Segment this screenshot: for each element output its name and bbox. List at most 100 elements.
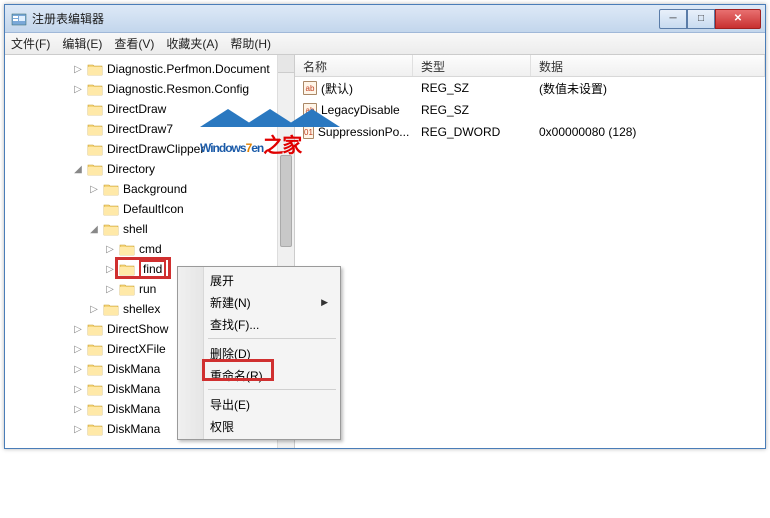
tree-label: DirectDrawClipper	[107, 142, 204, 156]
reg-binary-icon: 01	[303, 125, 314, 139]
cm-expand[interactable]: 展开	[180, 269, 338, 291]
titlebar[interactable]: 注册表编辑器 ─ □ ✕	[5, 5, 765, 33]
tree-item[interactable]: ▷Background	[5, 179, 294, 199]
expander-open-icon[interactable]: ◢	[71, 162, 85, 176]
list-row[interactable]: ab (默认) REG_SZ(数值未设置)	[295, 77, 765, 99]
tree-label: DefaultIcon	[123, 202, 184, 216]
value-name: (默认)	[321, 80, 353, 97]
tree-label: DiskMana	[107, 382, 160, 396]
value-name: SuppressionPo...	[318, 125, 409, 139]
menu-edit[interactable]: 编辑(E)	[62, 35, 102, 52]
reg-string-icon: ab	[303, 103, 317, 117]
tree-item[interactable]: DirectDrawClipper	[5, 139, 294, 159]
expander-closed-icon[interactable]	[87, 202, 101, 216]
menu-view[interactable]: 查看(V)	[114, 35, 154, 52]
list-header: 名称 类型 数据	[295, 55, 765, 77]
col-name[interactable]: 名称	[295, 55, 413, 76]
separator	[208, 338, 336, 339]
expander-closed-icon[interactable]: ▷	[87, 182, 101, 196]
tree-item[interactable]: ▷cmd	[5, 239, 294, 259]
value-name: LegacyDisable	[321, 103, 400, 117]
value-type: REG_SZ	[413, 81, 531, 95]
tree-item[interactable]: ◢shell	[5, 219, 294, 239]
cm-delete[interactable]: 删除(D)	[180, 342, 338, 364]
tree-label: DirectXFile	[107, 342, 166, 356]
folder-icon	[87, 323, 103, 336]
expander-closed-icon[interactable]: ▷	[71, 62, 85, 76]
tree-label: DirectShow	[107, 322, 168, 336]
list-row[interactable]: 01 SuppressionPo... REG_DWORD0x00000080 (1…	[295, 121, 765, 143]
tree-item[interactable]: DefaultIcon	[5, 199, 294, 219]
chevron-right-icon: ▶	[321, 297, 328, 308]
expander-closed-icon[interactable]: ▷	[103, 242, 117, 256]
tree-label: DirectDraw	[107, 102, 166, 116]
tree-item[interactable]: ▷ Diagnostic.Perfmon.Document	[5, 59, 294, 79]
folder-icon	[87, 143, 103, 156]
col-type[interactable]: 类型	[413, 55, 531, 76]
expander-closed-icon[interactable]	[71, 142, 85, 156]
tree-label: DirectDraw7	[107, 122, 173, 136]
tree-label: DiskMana	[107, 422, 160, 436]
cm-export[interactable]: 导出(E)	[180, 393, 338, 415]
close-button[interactable]: ✕	[715, 9, 761, 29]
folder-icon	[119, 283, 135, 296]
expander-closed-icon[interactable]: ▷	[71, 382, 85, 396]
tree-item[interactable]: ◢ Directory	[5, 159, 294, 179]
folder-icon	[103, 303, 119, 316]
folder-icon	[87, 403, 103, 416]
folder-icon	[87, 363, 103, 376]
tree-label: DiskMana	[107, 362, 160, 376]
folder-icon	[119, 263, 135, 276]
expander-closed-icon[interactable]: ▷	[71, 362, 85, 376]
tree-label: Diagnostic.Perfmon.Document	[107, 62, 270, 76]
list-row[interactable]: ab LegacyDisable REG_SZ	[295, 99, 765, 121]
folder-icon	[87, 103, 103, 116]
cm-find[interactable]: 查找(F)...	[180, 313, 338, 335]
expander-closed-icon[interactable]: ▷	[71, 422, 85, 436]
cm-new[interactable]: 新建(N)▶	[180, 291, 338, 313]
cm-rename[interactable]: 重命名(R)	[180, 364, 338, 386]
expander-closed-icon[interactable]	[71, 122, 85, 136]
col-data[interactable]: 数据	[531, 55, 765, 76]
value-data: 0x00000080 (128)	[531, 125, 765, 139]
folder-icon	[87, 63, 103, 76]
reg-string-icon: ab	[303, 81, 317, 95]
expander-closed-icon[interactable]: ▷	[71, 402, 85, 416]
expander-closed-icon[interactable]: ▷	[103, 282, 117, 296]
list-pane[interactable]: 名称 类型 数据 ab (默认) REG_SZ(数值未设置) ab LegacyDisa…	[295, 55, 765, 448]
value-type: REG_DWORD	[413, 125, 531, 139]
minimize-button[interactable]: ─	[659, 9, 687, 29]
expander-closed-icon[interactable]: ▷	[71, 342, 85, 356]
tree-label: find	[139, 260, 166, 278]
cm-permissions[interactable]: 权限	[180, 415, 338, 437]
folder-icon	[87, 123, 103, 136]
tree-item[interactable]: DirectDraw	[5, 99, 294, 119]
window: 注册表编辑器 ─ □ ✕ 文件(F) 编辑(E) 查看(V) 收藏夹(A) 帮助…	[4, 4, 766, 449]
tree-label: Diagnostic.Resmon.Config	[107, 82, 249, 96]
expander-closed-icon[interactable]: ▷	[103, 262, 117, 276]
separator	[208, 389, 336, 390]
folder-icon	[87, 163, 103, 176]
menu-favorites[interactable]: 收藏夹(A)	[166, 35, 218, 52]
expander-closed-icon[interactable]: ▷	[87, 302, 101, 316]
menubar: 文件(F) 编辑(E) 查看(V) 收藏夹(A) 帮助(H)	[5, 33, 765, 55]
expander-closed-icon[interactable]	[71, 102, 85, 116]
value-type: REG_SZ	[413, 103, 531, 117]
expander-closed-icon[interactable]: ▷	[71, 322, 85, 336]
expander-closed-icon[interactable]: ▷	[71, 82, 85, 96]
maximize-button[interactable]: □	[687, 9, 715, 29]
window-title: 注册表编辑器	[32, 10, 659, 27]
menu-help[interactable]: 帮助(H)	[230, 35, 271, 52]
tree-label: Directory	[107, 162, 155, 176]
body: ▷ Diagnostic.Perfmon.Document ▷ Diagnostic.…	[5, 55, 765, 448]
tree-label: run	[139, 282, 156, 296]
folder-icon	[87, 423, 103, 436]
folder-icon	[87, 383, 103, 396]
tree-item[interactable]: ▷ Diagnostic.Resmon.Config	[5, 79, 294, 99]
folder-icon	[103, 223, 119, 236]
expander-open-icon[interactable]: ◢	[87, 222, 101, 236]
folder-icon	[87, 343, 103, 356]
value-data: (数值未设置)	[531, 80, 765, 97]
menu-file[interactable]: 文件(F)	[11, 35, 50, 52]
tree-item[interactable]: DirectDraw7	[5, 119, 294, 139]
